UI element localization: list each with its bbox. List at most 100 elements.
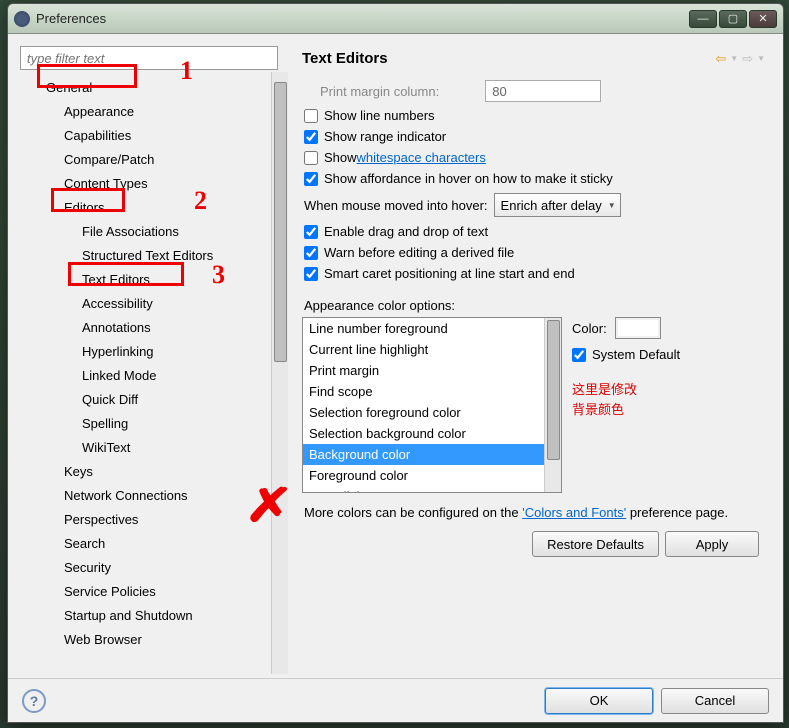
show-affordance-box[interactable] bbox=[304, 172, 318, 186]
list-item[interactable]: Foreground color bbox=[303, 465, 544, 486]
dialog-body: GeneralAppearanceCapabilitiesCompare/Pat… bbox=[8, 34, 783, 682]
forward-arrow-icon[interactable]: ⇨ bbox=[742, 51, 753, 67]
tree-item[interactable]: Search bbox=[24, 532, 271, 556]
show-line-numbers-box[interactable] bbox=[304, 109, 318, 123]
hover-label: When mouse moved into hover: bbox=[304, 198, 488, 213]
tree-container: GeneralAppearanceCapabilitiesCompare/Pat… bbox=[16, 72, 288, 674]
whitespace-link[interactable]: whitespace characters bbox=[357, 150, 486, 165]
scroll-thumb[interactable] bbox=[274, 82, 287, 362]
right-pane: Text Editors ⇦ ▼ ⇨ ▼ Print margin column… bbox=[288, 42, 775, 674]
tree-item[interactable]: Annotations bbox=[24, 316, 271, 340]
smart-caret-label: Smart caret positioning at line start an… bbox=[324, 266, 575, 281]
tree-scrollbar[interactable] bbox=[271, 72, 288, 674]
annotation-note-line2: 背景颜色 bbox=[572, 400, 767, 420]
list-item[interactable]: Line number foreground bbox=[303, 318, 544, 339]
tree-item[interactable]: Text Editors bbox=[24, 268, 271, 292]
apply-button[interactable]: Apply bbox=[665, 531, 759, 557]
tree-item[interactable]: General bbox=[24, 76, 271, 100]
color-listbox[interactable]: Line number foregroundCurrent line highl… bbox=[302, 317, 562, 493]
tree-item[interactable]: File Associations bbox=[24, 220, 271, 244]
preferences-window: Preferences — ▢ ✕ GeneralAppearanceCapab… bbox=[7, 3, 784, 723]
appearance-color-panel: Line number foregroundCurrent line highl… bbox=[302, 317, 767, 493]
color-swatch-button[interactable] bbox=[615, 317, 661, 339]
hover-value: Enrich after delay bbox=[501, 198, 602, 213]
tree-item[interactable]: Web Browser bbox=[24, 628, 271, 652]
color-list-items: Line number foregroundCurrent line highl… bbox=[303, 318, 544, 492]
system-default-checkbox[interactable]: System Default bbox=[572, 347, 767, 362]
dialog-footer: ? OK Cancel bbox=[8, 678, 783, 722]
list-item[interactable]: Hyperlink bbox=[303, 486, 544, 492]
titlebar[interactable]: Preferences — ▢ ✕ bbox=[8, 4, 783, 34]
tree-item[interactable]: WikiText bbox=[24, 436, 271, 460]
close-button[interactable]: ✕ bbox=[749, 10, 777, 28]
list-item[interactable]: Find scope bbox=[303, 381, 544, 402]
tree-item[interactable]: Structured Text Editors bbox=[24, 244, 271, 268]
forward-dropdown-icon[interactable]: ▼ bbox=[757, 54, 765, 63]
tree-item[interactable]: Hyperlinking bbox=[24, 340, 271, 364]
more-suffix: preference page. bbox=[626, 505, 728, 520]
show-line-numbers-checkbox[interactable]: Show line numbers bbox=[304, 108, 767, 123]
preferences-tree[interactable]: GeneralAppearanceCapabilitiesCompare/Pat… bbox=[16, 72, 271, 674]
color-row: Color: bbox=[572, 317, 767, 339]
show-affordance-checkbox[interactable]: Show affordance in hover on how to make … bbox=[304, 171, 767, 186]
minimize-button[interactable]: — bbox=[689, 10, 717, 28]
tree-item[interactable]: Perspectives bbox=[24, 508, 271, 532]
enable-dnd-label: Enable drag and drop of text bbox=[324, 224, 488, 239]
list-scroll-thumb[interactable] bbox=[547, 320, 560, 460]
restore-defaults-button[interactable]: Restore Defaults bbox=[532, 531, 659, 557]
tree-item[interactable]: Service Policies bbox=[24, 580, 271, 604]
tree-item[interactable]: Capabilities bbox=[24, 124, 271, 148]
tree-item[interactable]: Spelling bbox=[24, 412, 271, 436]
warn-derived-checkbox[interactable]: Warn before editing a derived file bbox=[304, 245, 767, 260]
tree-item[interactable]: Editors bbox=[24, 196, 271, 220]
list-item[interactable]: Current line highlight bbox=[303, 339, 544, 360]
maximize-button[interactable]: ▢ bbox=[719, 10, 747, 28]
enable-dnd-box[interactable] bbox=[304, 225, 318, 239]
show-whitespace-box[interactable] bbox=[304, 151, 318, 165]
tree-item[interactable]: Accessibility bbox=[24, 292, 271, 316]
show-range-box[interactable] bbox=[304, 130, 318, 144]
list-item[interactable]: Print margin bbox=[303, 360, 544, 381]
warn-derived-label: Warn before editing a derived file bbox=[324, 245, 514, 260]
more-prefix: More colors can be configured on the bbox=[304, 505, 522, 520]
tree-item[interactable]: Linked Mode bbox=[24, 364, 271, 388]
system-default-box[interactable] bbox=[572, 348, 586, 362]
list-scrollbar[interactable] bbox=[544, 318, 561, 492]
print-margin-label: Print margin column: bbox=[320, 84, 439, 99]
system-default-label: System Default bbox=[592, 347, 680, 362]
annotation-note: 这里是修改 背景颜色 bbox=[572, 380, 767, 420]
tree-item[interactable]: Appearance bbox=[24, 100, 271, 124]
color-side-panel: Color: System Default 这里是修改 背景颜色 bbox=[572, 317, 767, 493]
list-item[interactable]: Background color bbox=[303, 444, 544, 465]
list-item[interactable]: Selection foreground color bbox=[303, 402, 544, 423]
show-line-numbers-label: Show line numbers bbox=[324, 108, 435, 123]
smart-caret-checkbox[interactable]: Smart caret positioning at line start an… bbox=[304, 266, 767, 281]
print-margin-input[interactable] bbox=[485, 80, 601, 102]
tree-item[interactable]: Keys bbox=[24, 460, 271, 484]
enable-dnd-checkbox[interactable]: Enable drag and drop of text bbox=[304, 224, 767, 239]
list-item[interactable]: Selection background color bbox=[303, 423, 544, 444]
filter-input[interactable] bbox=[20, 46, 278, 70]
tree-item[interactable]: Content Types bbox=[24, 172, 271, 196]
smart-caret-box[interactable] bbox=[304, 267, 318, 281]
back-arrow-icon[interactable]: ⇦ bbox=[715, 51, 726, 67]
tree-item[interactable]: Quick Diff bbox=[24, 388, 271, 412]
tree-item[interactable]: Startup and Shutdown bbox=[24, 604, 271, 628]
color-label: Color: bbox=[572, 321, 607, 336]
tree-item[interactable]: Security bbox=[24, 556, 271, 580]
colors-fonts-link[interactable]: 'Colors and Fonts' bbox=[522, 505, 626, 520]
ok-button[interactable]: OK bbox=[545, 688, 653, 714]
warn-derived-box[interactable] bbox=[304, 246, 318, 260]
hover-row: When mouse moved into hover: Enrich afte… bbox=[304, 193, 767, 217]
help-icon[interactable]: ? bbox=[22, 689, 46, 713]
hover-dropdown[interactable]: Enrich after delay bbox=[494, 193, 621, 217]
show-whitespace-checkbox[interactable]: Show whitespace characters bbox=[304, 150, 767, 165]
show-range-checkbox[interactable]: Show range indicator bbox=[304, 129, 767, 144]
appearance-label: Appearance color options: bbox=[304, 298, 767, 313]
tree-item[interactable]: Compare/Patch bbox=[24, 148, 271, 172]
back-dropdown-icon[interactable]: ▼ bbox=[730, 54, 738, 63]
show-affordance-label: Show affordance in hover on how to make … bbox=[324, 171, 613, 186]
cancel-button[interactable]: Cancel bbox=[661, 688, 769, 714]
eclipse-icon bbox=[14, 11, 30, 27]
tree-item[interactable]: Network Connections bbox=[24, 484, 271, 508]
